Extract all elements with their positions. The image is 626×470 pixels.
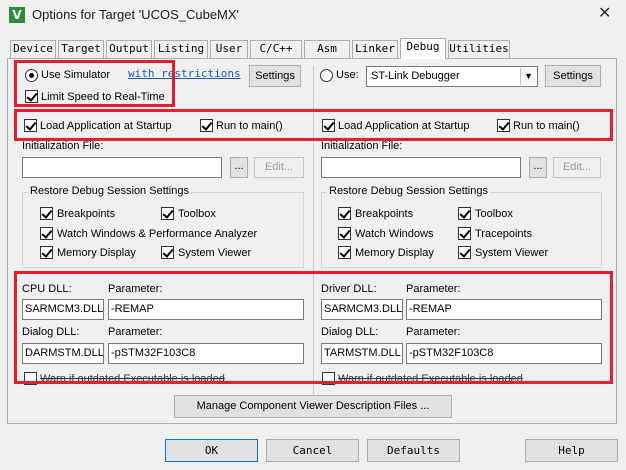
dialog-dll-input-right[interactable]: TARMSTM.DLL xyxy=(321,343,403,364)
debugger-select-value: ST-Link Debugger xyxy=(371,70,460,82)
run-to-main-checkbox-left[interactable] xyxy=(200,119,213,132)
tab-linker[interactable]: Linker xyxy=(352,40,398,58)
memory-display-label-right: Memory Display xyxy=(355,247,434,259)
init-file-label-left: Initialization File: xyxy=(22,140,104,152)
dialog-param-label-right: Parameter: xyxy=(406,326,461,338)
debugger-select[interactable]: ST-Link Debugger ▼ xyxy=(366,66,538,87)
load-app-checkbox-left[interactable] xyxy=(24,119,37,132)
system-viewer-checkbox-right[interactable] xyxy=(458,246,471,259)
keil-uvision-icon: V xyxy=(9,7,25,23)
dialog-dll-label-right: Dialog DLL: xyxy=(321,326,379,338)
restore-title-right: Restore Debug Session Settings xyxy=(327,185,490,197)
dialog-param-label-left: Parameter: xyxy=(108,326,163,338)
tab-asm[interactable]: Asm xyxy=(304,40,350,58)
run-to-main-label-right: Run to main() xyxy=(513,120,580,132)
dialog-param-input-left[interactable]: -pSTM32F103C8 xyxy=(108,343,304,364)
watch-windows-checkbox-right[interactable] xyxy=(338,227,351,240)
manage-component-viewer-button[interactable]: Manage Component Viewer Description File… xyxy=(174,395,452,418)
use-debugger-radio[interactable] xyxy=(320,69,333,82)
init-file-edit-right[interactable]: Edit... xyxy=(553,157,601,178)
driver-param-input[interactable]: -REMAP xyxy=(406,299,602,320)
tab-listing[interactable]: Listing xyxy=(154,40,208,58)
system-viewer-label-left: System Viewer xyxy=(178,247,252,259)
init-file-edit-left[interactable]: Edit... xyxy=(254,157,304,178)
cpu-dll-input[interactable]: SARMCM3.DLL xyxy=(22,299,104,320)
watch-windows-checkbox-left[interactable] xyxy=(40,227,53,240)
restore-title-left: Restore Debug Session Settings xyxy=(28,185,191,197)
toolbox-checkbox-left[interactable] xyxy=(161,207,174,220)
run-to-main-checkbox-right[interactable] xyxy=(497,119,510,132)
toolbox-checkbox-right[interactable] xyxy=(458,207,471,220)
help-button[interactable]: Help xyxy=(525,439,618,462)
warn-outdated-checkbox-left[interactable] xyxy=(24,372,37,385)
breakpoints-checkbox-left[interactable] xyxy=(40,207,53,220)
limit-speed-label: Limit Speed to Real-Time xyxy=(41,91,165,103)
warn-outdated-checkbox-right[interactable] xyxy=(322,372,335,385)
watch-windows-label-right: Watch Windows xyxy=(355,228,434,240)
init-file-label-right: Initialization File: xyxy=(321,140,403,152)
cpu-param-label: Parameter: xyxy=(108,283,163,295)
init-file-input-right[interactable] xyxy=(321,157,521,178)
tab-user[interactable]: User xyxy=(210,40,248,58)
chevron-down-icon[interactable]: ▼ xyxy=(520,68,536,85)
column-divider xyxy=(313,66,314,396)
cancel-button[interactable]: Cancel xyxy=(266,439,359,462)
tab-target[interactable]: Target xyxy=(58,40,104,58)
breakpoints-label-right: Breakpoints xyxy=(355,208,414,220)
cpu-param-input[interactable]: -REMAP xyxy=(108,299,304,320)
defaults-button[interactable]: Defaults xyxy=(367,439,460,462)
title-bar: V Options for Target 'UCOS_CubeMX' ✕ xyxy=(0,0,626,30)
system-viewer-label-right: System Viewer xyxy=(475,247,549,259)
dialog-dll-label-left: Dialog DLL: xyxy=(22,326,80,338)
init-file-browse-right[interactable]: ... xyxy=(529,157,547,178)
tracepoints-checkbox-right[interactable] xyxy=(458,227,471,240)
driver-dll-label: Driver DLL: xyxy=(321,283,377,295)
cpu-dll-label: CPU DLL: xyxy=(22,283,72,295)
tracepoints-label-right: Tracepoints xyxy=(475,228,533,240)
memory-display-checkbox-left[interactable] xyxy=(40,246,53,259)
init-file-input-left[interactable] xyxy=(22,157,222,178)
with-restrictions-link[interactable]: with restrictions xyxy=(128,67,241,80)
load-app-label-left: Load Application at Startup xyxy=(40,120,172,132)
toolbox-label-left: Toolbox xyxy=(178,208,216,220)
load-app-label-right: Load Application at Startup xyxy=(338,120,470,132)
window-title: Options for Target 'UCOS_CubeMX' xyxy=(32,7,240,22)
init-file-browse-left[interactable]: ... xyxy=(230,157,248,178)
tab-utilities[interactable]: Utilities xyxy=(448,40,510,58)
warn-outdated-label-right: Warn if outdated Executable is loaded xyxy=(338,373,523,385)
breakpoints-checkbox-right[interactable] xyxy=(338,207,351,220)
watch-windows-label-left: Watch Windows & Performance Analyzer xyxy=(57,228,258,240)
tab-output[interactable]: Output xyxy=(106,40,152,58)
simulator-settings-button[interactable]: Settings xyxy=(249,65,301,87)
driver-dll-input[interactable]: SARMCM3.DLL xyxy=(321,299,403,320)
toolbox-label-right: Toolbox xyxy=(475,208,513,220)
use-debugger-label: Use: xyxy=(336,69,359,81)
dialog-param-input-right[interactable]: -pSTM32F103C8 xyxy=(406,343,602,364)
options-dialog: V Options for Target 'UCOS_CubeMX' ✕ Dev… xyxy=(0,0,626,470)
use-simulator-radio[interactable] xyxy=(25,69,38,82)
tab-debug[interactable]: Debug xyxy=(400,38,446,59)
use-simulator-label: Use Simulator xyxy=(41,69,111,81)
run-to-main-label-left: Run to main() xyxy=(216,120,283,132)
debugger-settings-button[interactable]: Settings xyxy=(545,65,601,87)
memory-display-label-left: Memory Display xyxy=(57,247,136,259)
ok-button[interactable]: OK xyxy=(165,439,258,462)
warn-outdated-label-left: Warn if outdated Executable is loaded xyxy=(40,373,225,385)
limit-speed-checkbox[interactable] xyxy=(25,90,38,103)
tab-cpp[interactable]: C/C++ xyxy=(250,40,302,58)
memory-display-checkbox-right[interactable] xyxy=(338,246,351,259)
tab-device[interactable]: Device xyxy=(10,40,56,58)
breakpoints-label-left: Breakpoints xyxy=(57,208,116,220)
dialog-dll-input-left[interactable]: DARMSTM.DLL xyxy=(22,343,104,364)
system-viewer-checkbox-left[interactable] xyxy=(161,246,174,259)
driver-param-label: Parameter: xyxy=(406,283,461,295)
load-app-checkbox-right[interactable] xyxy=(322,119,335,132)
close-icon[interactable]: ✕ xyxy=(598,6,614,22)
